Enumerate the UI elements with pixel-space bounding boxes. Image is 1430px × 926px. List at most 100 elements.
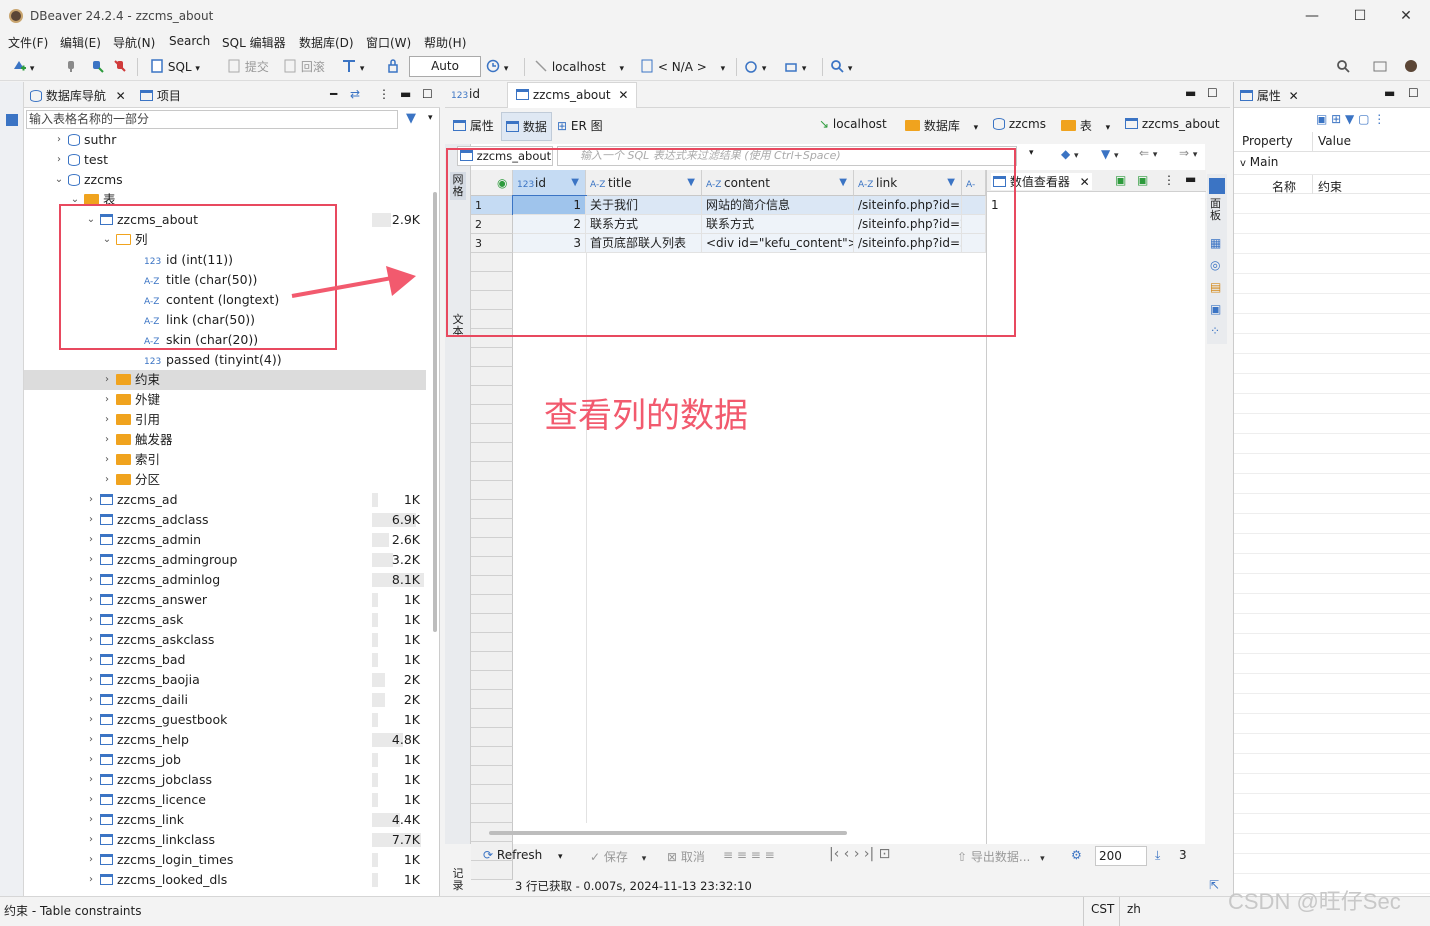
chevron-right-icon[interactable]: › [86,870,96,890]
tab-id-column[interactable]: 123id [451,87,480,101]
tree-node[interactable]: › 约束 [24,370,426,390]
link-editor-icon[interactable]: ⇄ [350,87,360,101]
tree-node[interactable]: › zzcms_linkclass 7.7K [24,830,426,850]
tree-node[interactable]: › zzcms_licence 1K [24,790,426,810]
disconnect-all-icon[interactable] [113,59,127,75]
refresh-button[interactable]: ⟳ Refresh ▾ [483,848,563,862]
menu-database[interactable]: 数据库(D) [299,34,354,51]
tree-node[interactable]: › zzcms_answer 1K [24,590,426,610]
erase-filter-icon[interactable]: ◆ ▾ [1061,147,1079,161]
tree-node[interactable]: › zzcms_looked_dls 1K [24,870,426,890]
menu-help[interactable]: 帮助(H) [424,34,466,51]
chevron-right-icon[interactable]: › [86,650,96,670]
save-value-icon[interactable]: ▣ [1115,173,1126,187]
tree-node[interactable]: › 索引 [24,450,426,470]
tree-node[interactable]: › zzcms_baojia 2K [24,670,426,690]
chevron-right-icon[interactable]: › [86,610,96,630]
apply-filter-icon[interactable]: ▼ ▾ [1101,147,1119,161]
view-menu-icon[interactable]: ⋮ [378,87,390,101]
active-schema-selector[interactable]: < N/A > ▾ [640,59,725,75]
minimize-view-icon[interactable]: ▬ [400,87,411,101]
tree-node[interactable]: › 引用 [24,410,426,430]
chevron-right-icon[interactable]: › [86,810,96,830]
lock-icon[interactable] [386,59,400,75]
tab-zzcms-about[interactable]: zzcms_about ✕ [507,82,638,108]
tree-node[interactable]: ⌄ zzcms [24,170,426,190]
chevron-right-icon[interactable]: › [86,630,96,650]
tree-node[interactable]: 123 passed (tinyint(4)) [24,350,426,370]
dbeaver-perspective-icon[interactable] [1404,59,1418,75]
chevron-right-icon[interactable]: › [86,570,96,590]
tree-node[interactable]: › zzcms_jobclass 1K [24,770,426,790]
forward-icon[interactable]: ⇒ ▾ [1179,146,1197,160]
filter-history-dropdown-icon[interactable]: ▾ [1029,148,1034,158]
tree-node[interactable]: › zzcms_ask 1K [24,610,426,630]
breadcrumb-schema[interactable]: zzcms [993,117,1046,131]
global-search-icon[interactable] [1336,59,1350,75]
property-group-main[interactable]: v Main [1240,155,1278,169]
chevron-right-icon[interactable]: › [102,390,112,410]
tree-node[interactable]: › 外键 [24,390,426,410]
tree-node[interactable]: › zzcms_link 4.4K [24,810,426,830]
chevron-right-icon[interactable]: › [54,130,64,150]
table-filter-input[interactable]: 输入表格名称的一部分 [26,110,398,129]
chevron-right-icon[interactable]: › [102,370,112,390]
chevron-right-icon[interactable]: › [86,750,96,770]
chevron-right-icon[interactable]: › [86,690,96,710]
fetch-all-icon[interactable]: ⤓ [1155,848,1160,863]
chevron-right-icon[interactable]: › [54,150,64,170]
maximize-properties-icon[interactable]: ☐ [1408,86,1419,100]
disconnect-icon[interactable] [64,59,78,75]
tree-node[interactable]: › test [24,150,426,170]
subtab-er-diagram[interactable]: ⊞ ER 图 [557,117,603,134]
grid-horizontal-scrollbar[interactable] [489,831,847,835]
value-panel-icon[interactable]: ▣ [1210,302,1221,316]
chevron-right-icon[interactable]: › [86,530,96,550]
tree-node[interactable]: › suthr [24,130,426,150]
tab-properties[interactable]: 属性 ✕ [1240,87,1299,104]
breadcrumb-type[interactable]: 表 ▾ [1061,117,1110,134]
chevron-right-icon[interactable]: › [86,830,96,850]
chevron-right-icon[interactable]: › [86,510,96,530]
minimize-properties-icon[interactable]: ▬ [1384,86,1395,100]
menu-navigate[interactable]: 导航(N) [113,34,155,51]
connect-icon[interactable] [90,59,104,75]
calculator-icon[interactable]: ▤ [1210,280,1221,294]
perspective-icon[interactable] [1373,59,1387,75]
breadcrumb-database[interactable]: 数据库 ▾ [905,117,978,134]
menu-edit[interactable]: 编辑(E) [60,34,101,51]
subtab-data[interactable]: 数据 [501,112,552,141]
fetch-size-input[interactable]: 200 [1095,846,1147,866]
transaction-mode-icon[interactable]: ▾ [342,59,364,75]
tree-node[interactable]: › zzcms_adclass 6.9K [24,510,426,530]
active-connection-selector[interactable]: localhost ▾ [534,59,624,75]
collapse-all-icon[interactable]: ━ [330,87,337,101]
tree-node[interactable]: › zzcms_askclass 1K [24,630,426,650]
minimize-button[interactable]: — [1302,6,1322,26]
tab-projects[interactable]: 项目 [140,87,181,104]
chevron-right-icon[interactable]: › [86,850,96,870]
export-data-button[interactable]: ⇧ 导出数据... ▾ [957,848,1045,865]
cancel-button[interactable]: ⊠ 取消 [667,848,705,865]
sql-editor-button[interactable]: SQL ▾ [150,59,200,75]
minimize-editor-icon[interactable]: ▬ [1185,86,1196,100]
tree-scrollbar[interactable] [433,192,437,632]
tree-node[interactable]: › zzcms_ad 1K [24,490,426,510]
commit-button[interactable]: 提交 [227,59,269,75]
tree-node[interactable]: › 触发器 [24,430,426,450]
chevron-right-icon[interactable]: › [86,770,96,790]
chevron-right-icon[interactable]: › [102,410,112,430]
value-viewer-menu-icon[interactable]: ⋮ [1163,173,1175,187]
transaction-mode-field[interactable]: Auto [409,56,481,77]
back-icon[interactable]: ⇐ ▾ [1139,146,1157,160]
tree-node[interactable]: › zzcms_adminlog 8.1K [24,570,426,590]
locale-indicator[interactable]: zh [1127,902,1141,916]
menu-sql-editor[interactable]: SQL 编辑器 [222,34,286,51]
chevron-right-icon[interactable]: › [86,790,96,810]
tree-node[interactable]: › zzcms_daili 2K [24,690,426,710]
tree-node[interactable]: › zzcms_help 4.8K [24,730,426,750]
new-connection-icon[interactable]: ▾ [12,59,34,75]
panel-layout-icon[interactable]: ⇱ [1209,878,1219,892]
maximize-view-icon[interactable]: ☐ [422,87,433,101]
grid-settings-icon[interactable]: ▦ [1210,236,1221,250]
